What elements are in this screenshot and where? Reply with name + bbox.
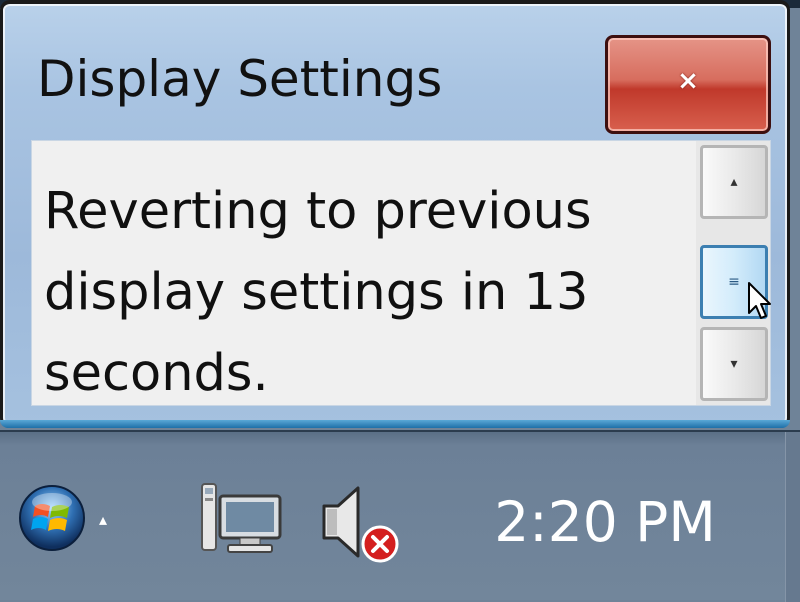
- dialog-bottom-border: [0, 420, 790, 428]
- show-desktop-button[interactable]: [785, 432, 800, 602]
- speaker-muted-icon[interactable]: [318, 484, 404, 564]
- scroll-up-arrow-icon: ▴: [730, 174, 738, 190]
- dialog-title: Display Settings: [37, 50, 443, 108]
- windows-start-orb-icon[interactable]: [18, 484, 86, 552]
- countdown-message: Reverting to previous display settings i…: [44, 182, 592, 403]
- show-hidden-icons-chevron-icon[interactable]: ▴: [99, 512, 115, 528]
- message-panel: Reverting to previous display settings i…: [31, 140, 771, 406]
- scroll-grip-icon: ≡: [728, 274, 740, 290]
- system-clock[interactable]: 2:20 PM: [470, 495, 740, 550]
- taskbar: ▴ 2:20 PM: [0, 430, 800, 602]
- mouse-pointer-icon: [748, 282, 771, 319]
- network-monitor-icon[interactable]: [198, 482, 284, 558]
- vertical-scrollbar[interactable]: ▴ ≡ ▾: [696, 141, 770, 405]
- scroll-down-arrow-icon: ▾: [730, 356, 738, 372]
- close-icon: ×: [677, 66, 699, 96]
- scroll-up-button[interactable]: ▴: [700, 145, 768, 219]
- close-button[interactable]: ×: [605, 35, 771, 134]
- scroll-down-button[interactable]: ▾: [700, 327, 768, 401]
- display-settings-dialog: Display Settings × Reverting to previous…: [0, 0, 790, 428]
